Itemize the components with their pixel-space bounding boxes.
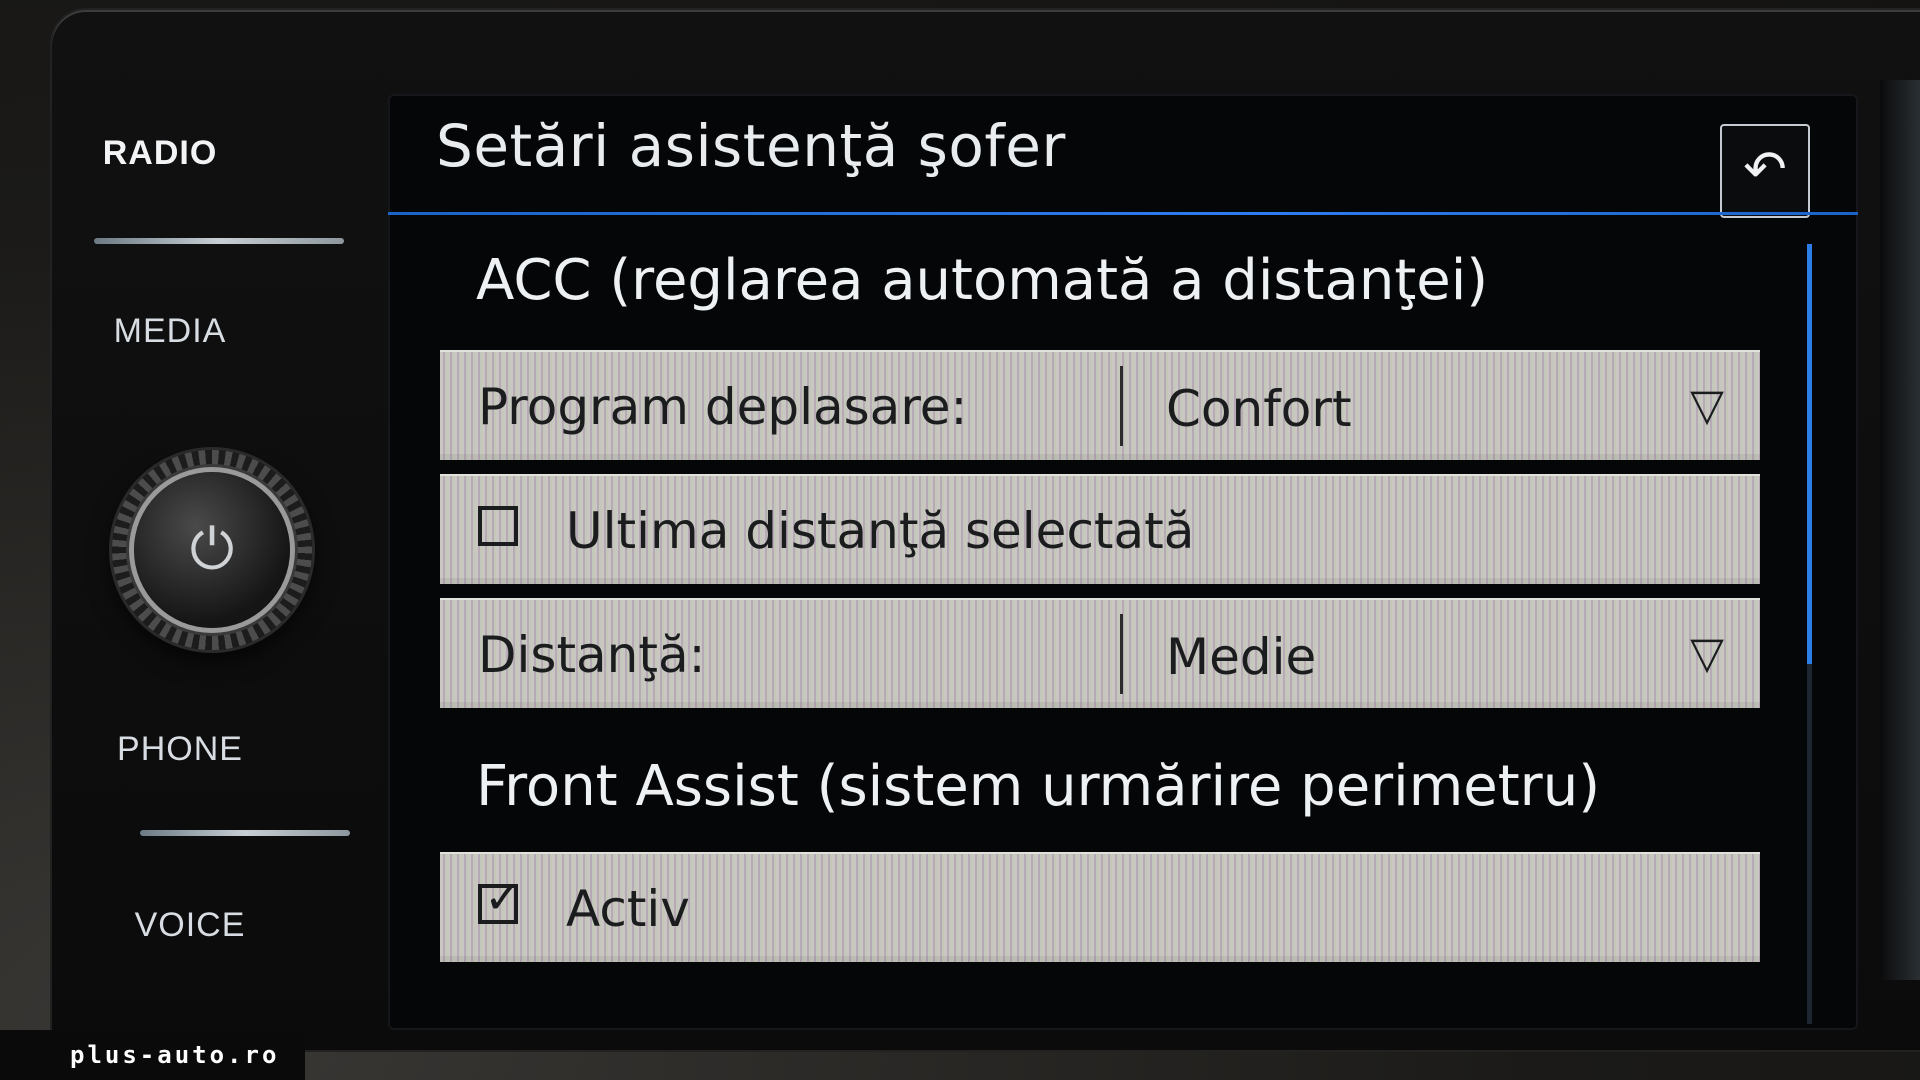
radio-divider — [94, 238, 344, 244]
dropdown-arrow-icon: ▽ — [1690, 628, 1724, 679]
dropdown-arrow-icon: ▽ — [1690, 380, 1724, 431]
phone-divider — [140, 830, 350, 836]
scrollbar[interactable] — [1807, 244, 1812, 1024]
distanta-value: Medie — [1166, 628, 1317, 686]
acc-section-heading: ACC (reglarea automată a distanţei) — [476, 248, 1489, 313]
back-button[interactable]: ↶ — [1720, 124, 1810, 218]
voice-button[interactable]: VOICE — [40, 906, 340, 945]
scrollbar-thumb[interactable] — [1807, 244, 1812, 664]
bezel-right-edge — [1880, 80, 1920, 980]
phone-button[interactable]: PHONE — [30, 730, 330, 769]
checked-checkbox-icon[interactable]: ✓ — [478, 874, 523, 924]
radio-button[interactable]: RADIO — [10, 134, 310, 173]
ultima-distanta-checkbox-row[interactable]: Ultima distanţă selectată — [440, 474, 1760, 584]
checkmark-icon: ✓ — [484, 870, 523, 924]
media-button[interactable]: MEDIA — [20, 312, 320, 351]
front-assist-activ-checkbox-row[interactable]: ✓ Activ — [440, 852, 1760, 962]
distanta-label: Distanţă: — [478, 626, 706, 684]
power-volume-knob[interactable]: ⏻ — [112, 450, 312, 650]
title-divider — [388, 212, 1858, 215]
ultima-distanta-label: Ultima distanţă selectată — [566, 502, 1195, 560]
back-arrow-icon: ↶ — [1743, 140, 1787, 200]
row-separator — [1120, 366, 1123, 446]
front-assist-section-heading: Front Assist (sistem urmărire perimetru) — [476, 754, 1601, 819]
program-deplasare-label: Program deplasare: — [478, 378, 968, 436]
power-icon: ⏻ — [134, 472, 290, 628]
page-title: Setări asistenţă şofer — [436, 112, 1066, 180]
row-separator — [1120, 614, 1123, 694]
program-deplasare-dropdown[interactable]: Program deplasare: Confort ▽ — [440, 350, 1760, 460]
infotainment-screen: Setări asistenţă şofer ↶ ACC (reglarea a… — [388, 94, 1858, 1030]
hardware-button-column: RADIO MEDIA ⏻ PHONE VOICE — [70, 30, 370, 1030]
activ-label: Activ — [566, 880, 690, 938]
photo-background: RADIO MEDIA ⏻ PHONE VOICE Setări asisten… — [0, 0, 1920, 1080]
watermark-label: plus-auto.ro — [0, 1030, 306, 1080]
program-deplasare-value: Confort — [1166, 380, 1352, 438]
distanta-dropdown[interactable]: Distanţă: Medie ▽ — [440, 598, 1760, 708]
unchecked-checkbox-icon[interactable] — [478, 506, 518, 546]
